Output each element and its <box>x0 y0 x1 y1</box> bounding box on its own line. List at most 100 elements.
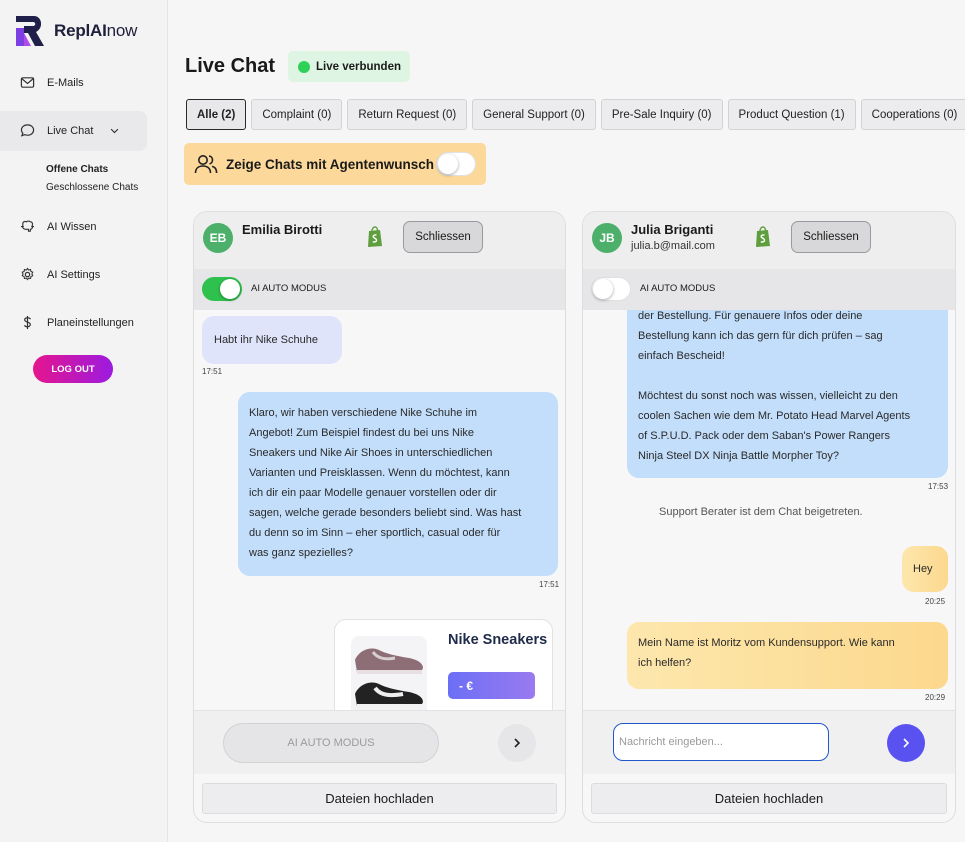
message-list[interactable]: der Bestellung. Für genauere Infos oder … <box>583 310 955 710</box>
message-line: einfach Bescheid! <box>638 350 725 362</box>
message-line: Sneakers und Nike Air Shoes in unterschi… <box>249 447 493 459</box>
shopify-icon[interactable] <box>753 226 773 248</box>
toggle-knob <box>593 279 613 299</box>
message-line: Mein Name ist Moritz vom Kundensupport. … <box>638 637 895 649</box>
chat-card-emilia: EB Emilia Birotti Schliessen AI AUTO MOD… <box>193 211 566 823</box>
sidebar-item-label: E-Mails <box>47 76 84 89</box>
upload-files-button[interactable]: Dateien hochladen <box>202 783 557 814</box>
sidebar-item-ai-wissen[interactable]: AI Wissen <box>20 219 97 234</box>
sidebar-item-label: Live Chat <box>47 124 94 137</box>
tab-product-question[interactable]: Product Question (1) <box>727 99 856 130</box>
chevron-right-icon <box>514 738 521 748</box>
sidebar-item-planeinstellungen[interactable]: Planeinstellungen <box>20 315 134 330</box>
page-title: Live Chat <box>185 55 276 77</box>
composer <box>583 710 955 774</box>
ai-auto-mode-toggle[interactable] <box>591 277 631 301</box>
users-icon <box>194 155 218 174</box>
product-name: Nike Sneakers <box>448 632 548 648</box>
message-time: 17:51 <box>539 580 560 589</box>
chat-header: EB Emilia Birotti Schliessen <box>194 212 565 269</box>
agent-filter-label: Zeige Chats mit Agentenwunsch <box>226 156 435 172</box>
mail-icon <box>20 77 35 88</box>
message-time: 17:53 <box>928 482 949 491</box>
agent-message: Mein Name ist Moritz vom Kundensupport. … <box>627 622 948 689</box>
product-card[interactable]: Nike Sneakers - € <box>334 619 553 710</box>
toggle-knob <box>438 154 458 174</box>
send-button[interactable] <box>887 724 925 762</box>
message-line: Möchtest du sonst noch was wissen, viell… <box>638 390 898 402</box>
message-line: was ganz spezielles? <box>249 547 353 559</box>
message-line: Ninja Steel DX Ninja Battle Morpher Toy? <box>638 450 839 462</box>
tab-return-request[interactable]: Return Request (0) <box>347 99 468 130</box>
message-line: du denn so im Sinn – eher sportlich, cas… <box>249 527 501 539</box>
chat-card-julia: JB Julia Briganti julia.b@mail.com Schli… <box>582 211 956 823</box>
sidebar-item-label: Planeinstellungen <box>47 316 134 329</box>
ai-auto-mode-placeholder: AI AUTO MODUS <box>223 723 439 763</box>
message-line: Varianten und Preisklassen. Wenn du möch… <box>249 467 510 479</box>
customer-name: Emilia Birotti <box>242 222 323 237</box>
brand-name: ReplAInow <box>54 21 138 40</box>
ai-mode-bar: AI AUTO MODUS <box>194 269 565 310</box>
product-price[interactable]: - € <box>448 672 535 699</box>
close-chat-button[interactable]: Schliessen <box>791 221 871 253</box>
sidebar-item-label: AI Settings <box>47 268 101 281</box>
connection-status-badge: Live verbunden <box>288 51 410 82</box>
sidebar-item-label: AI Wissen <box>47 220 97 233</box>
avatar: JB <box>592 223 622 253</box>
composer: AI AUTO MODUS <box>194 710 565 774</box>
tab-all[interactable]: Alle (2) <box>186 99 247 130</box>
message-line: ich dir ein paar Modelle genauer vorstel… <box>249 487 497 499</box>
chat-bubble-icon <box>20 124 35 137</box>
message-line <box>638 366 937 386</box>
ai-mode-bar: AI AUTO MODUS <box>583 269 955 310</box>
logout-button[interactable]: LOG OUT <box>33 355 113 383</box>
message-line: ich helfen? <box>638 657 692 669</box>
tab-complaint[interactable]: Complaint (0) <box>251 99 343 130</box>
agent-request-filter: Zeige Chats mit Agentenwunsch <box>184 143 486 185</box>
ai-reply-message: der Bestellung. Für genauere Infos oder … <box>627 310 948 478</box>
message-time: 20:25 <box>925 597 946 606</box>
chevron-down-icon <box>111 128 119 134</box>
ai-auto-mode-toggle[interactable] <box>202 277 242 301</box>
message-line: coolen Sachen wie dem Mr. Potato Head Ma… <box>638 410 911 422</box>
close-chat-button[interactable]: Schliessen <box>403 221 483 253</box>
sidebar-subitem-closed-chats[interactable]: Geschlossene Chats <box>46 182 138 193</box>
connection-status-label: Live verbunden <box>316 60 401 73</box>
brain-icon <box>20 220 35 232</box>
gear-icon <box>21 267 34 281</box>
sidebar-subitem-open-chats[interactable]: Offene Chats <box>46 164 108 175</box>
customer-email: julia.b@mail.com <box>631 240 715 252</box>
brand-logo[interactable]: ReplAInow <box>14 14 137 48</box>
ai-mode-label: AI AUTO MODUS <box>640 283 716 294</box>
status-dot-icon <box>298 60 310 73</box>
message-input[interactable] <box>613 723 829 761</box>
chat-header: JB Julia Briganti julia.b@mail.com Schli… <box>583 212 955 269</box>
system-message: Support Berater ist dem Chat beigetreten… <box>659 506 863 518</box>
message-time: 17:51 <box>202 367 223 376</box>
replai-logo-icon <box>16 16 44 46</box>
message-line: Angebot! Zum Beispiel findest du bei uns… <box>249 427 475 439</box>
send-button[interactable] <box>498 724 536 762</box>
customer-message: Habt ihr Nike Schuhe <box>202 316 342 364</box>
sidebar-item-ai-settings[interactable]: AI Settings <box>20 267 100 282</box>
tab-pre-sale-inquiry[interactable]: Pre-Sale Inquiry (0) <box>600 99 723 130</box>
upload-files-button[interactable]: Dateien hochladen <box>591 783 947 814</box>
ai-reply-message: Klaro, wir haben verschiedene Nike Schuh… <box>238 392 558 576</box>
sneaker-image-icon <box>355 648 423 709</box>
avatar: EB <box>203 223 233 253</box>
shopify-icon[interactable] <box>365 226 385 248</box>
message-list[interactable]: Habt ihr Nike Schuhe 17:51 Klaro, wir ha… <box>194 310 565 710</box>
customer-name: Julia Briganti <box>631 222 714 237</box>
agent-filter-toggle[interactable] <box>436 152 476 176</box>
message-line: Klaro, wir haben verschiedene Nike Schuh… <box>249 407 478 419</box>
category-tabs: Alle (2) Complaint (0) Return Request (0… <box>186 99 965 130</box>
tab-cooperations[interactable]: Cooperations (0) <box>860 99 965 130</box>
tab-general-support[interactable]: General Support (0) <box>472 99 596 130</box>
sidebar-item-emails[interactable]: E-Mails <box>20 75 84 90</box>
sidebar-item-live-chat[interactable]: Live Chat <box>20 123 120 138</box>
toggle-knob <box>220 279 240 299</box>
agent-message: Hey <box>902 546 948 592</box>
product-image <box>351 636 427 710</box>
chevron-right-icon <box>903 738 910 748</box>
ai-mode-label: AI AUTO MODUS <box>251 283 327 294</box>
